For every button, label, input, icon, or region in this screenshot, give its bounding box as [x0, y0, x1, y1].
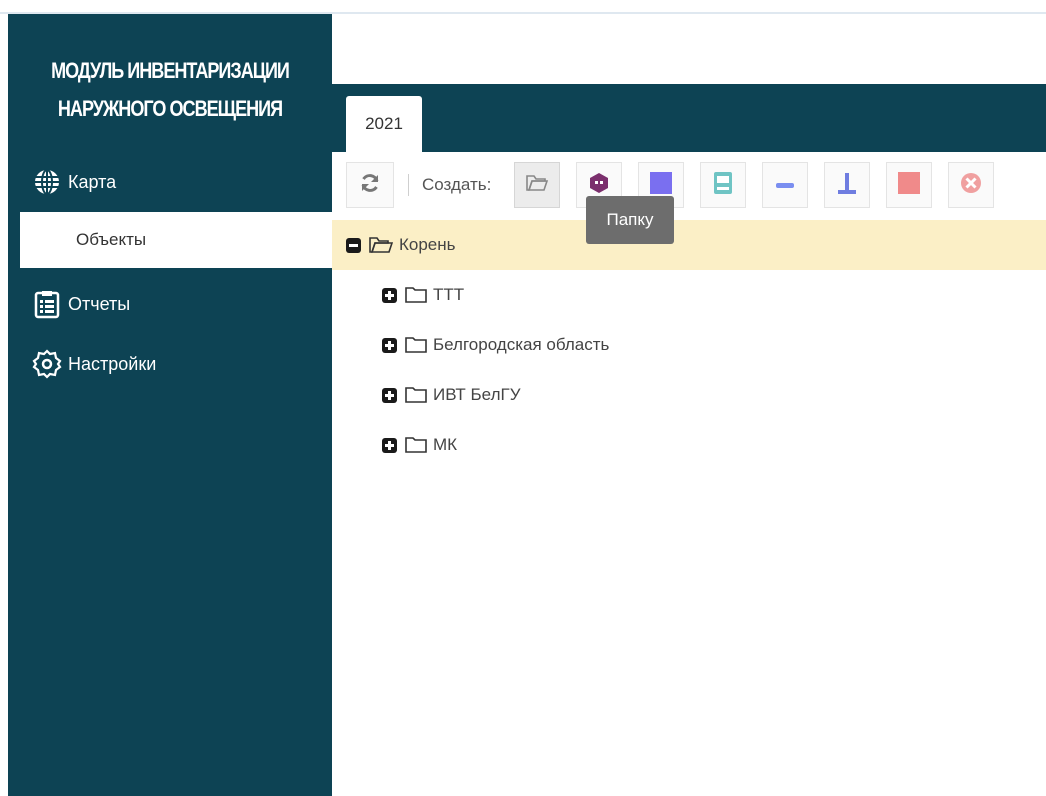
sidebar-item-label: Карта [68, 171, 117, 192]
expand-icon[interactable] [382, 387, 397, 403]
sidebar-item-label: Отчеты [68, 293, 131, 314]
create-label: Создать: [422, 175, 492, 194]
create-line-button[interactable] [762, 162, 808, 208]
tree-node[interactable]: Белгородская область [382, 330, 609, 360]
globe-grid-icon [32, 167, 62, 197]
sidebar: МОДУЛЬ ИНВЕНТАРИЗАЦИИ НАРУЖНОГО ОСВЕЩЕНИ… [8, 14, 332, 796]
tree-node-label: Белгородская область [433, 335, 610, 354]
collapse-icon[interactable] [346, 237, 361, 253]
refresh-icon [359, 172, 381, 199]
tab-label: 2021 [365, 114, 403, 133]
tree-node[interactable]: ТТТ [382, 280, 464, 310]
tree-node[interactable]: МК [382, 430, 457, 460]
folder-icon [405, 336, 427, 354]
tree-node[interactable]: ИВТ БелГУ [382, 380, 521, 410]
app-title-line1: МОДУЛЬ ИНВЕНТАРИЗАЦИИ [51, 58, 290, 83]
folder-icon [405, 436, 427, 454]
tab-bar: 2021 [332, 84, 1046, 152]
tree-node-label: ТТТ [433, 285, 465, 304]
main-content: 2021 Создать: Папку Корень ТТТ Белгородс… [332, 14, 1046, 796]
folder-icon [405, 286, 427, 304]
expand-icon[interactable] [382, 337, 397, 353]
cabinet-icon [713, 171, 733, 199]
top-header [332, 14, 1046, 84]
toolbar: Создать: [332, 154, 1046, 212]
app-title-line2: НАРУЖНОГО ОСВЕЩЕНИЯ [57, 96, 283, 121]
create-failure-button[interactable] [948, 162, 994, 208]
gear-icon [32, 349, 62, 379]
clipboard-list-icon [32, 289, 62, 319]
toolbar-divider [408, 174, 409, 196]
tooltip: Папку [586, 196, 674, 244]
sidebar-item-objects[interactable]: Объекты [20, 212, 332, 268]
cross-circle-icon [960, 172, 982, 199]
open-folder-icon [525, 173, 549, 198]
expand-icon[interactable] [382, 287, 397, 303]
tree-node-label: Корень [399, 235, 456, 254]
refresh-button[interactable] [346, 162, 394, 208]
app-frame: МОДУЛЬ ИНВЕНТАРИЗАЦИИ НАРУЖНОГО ОСВЕЩЕНИ… [8, 14, 1046, 796]
sidebar-item-label: Объекты [76, 230, 147, 249]
tree-node-label: МК [433, 435, 458, 454]
sidebar-item-map[interactable]: Карта [20, 154, 332, 210]
minus-line-icon [774, 176, 796, 194]
folder-icon [405, 386, 427, 404]
sidebar-item-label: Настройки [68, 353, 157, 374]
blue-square-icon [650, 171, 672, 199]
pole-icon [835, 171, 859, 200]
create-cabinet-button[interactable] [700, 162, 746, 208]
create-red-object-button[interactable] [886, 162, 932, 208]
tab-2021[interactable]: 2021 [346, 96, 422, 152]
app-title: МОДУЛЬ ИНВЕНТАРИЗАЦИИ НАРУЖНОГО ОСВЕЩЕНИ… [37, 52, 303, 128]
tree-root-row[interactable]: Корень [332, 220, 1046, 270]
red-square-icon [898, 171, 920, 199]
create-folder-button[interactable] [514, 162, 560, 208]
open-folder-icon [369, 236, 393, 254]
expand-icon[interactable] [382, 437, 397, 453]
sidebar-item-reports[interactable]: Отчеты [20, 276, 332, 332]
tree-node-label: ИВТ БелГУ [433, 385, 521, 404]
sidebar-item-settings[interactable]: Настройки [20, 336, 332, 392]
create-pole-button[interactable] [824, 162, 870, 208]
